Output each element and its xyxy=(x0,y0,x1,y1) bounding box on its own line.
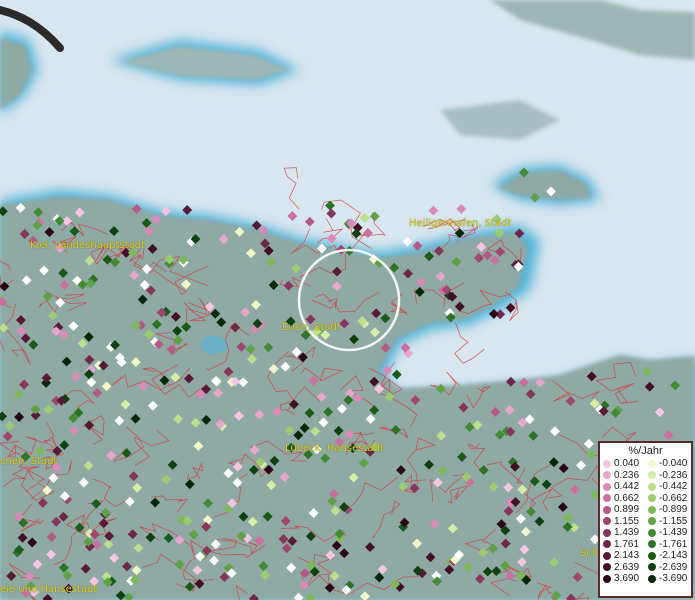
legend-row: 1.439 -1.439 xyxy=(600,527,691,539)
legend-swatch xyxy=(603,459,611,468)
legend-entry-positive: 1.155 xyxy=(600,516,645,527)
legend-row: 0.662 -0.662 xyxy=(600,493,691,505)
legend-swatch xyxy=(603,551,611,560)
legend-row: 0.236 -0.236 xyxy=(600,470,691,482)
legend-row: 0.899 -0.899 xyxy=(600,504,691,516)
legend-value: 0.899 xyxy=(614,504,640,516)
legend-swatch xyxy=(648,574,656,583)
legend-entry-negative: -1.761 xyxy=(645,539,690,550)
legend-swatch xyxy=(603,505,611,514)
legend-value: 0.236 xyxy=(614,469,640,481)
legend-swatch xyxy=(648,494,656,503)
legend-swatch xyxy=(603,563,611,572)
legend-value: 0.040 xyxy=(614,458,640,470)
map-canvas[interactable] xyxy=(0,0,695,600)
legend-entry-negative: -0.040 xyxy=(645,458,690,469)
legend-entry-positive: 3.690 xyxy=(600,573,645,584)
legend-value: 1.155 xyxy=(614,515,640,527)
inland-lake xyxy=(200,336,228,354)
legend-entry-positive: 0.899 xyxy=(600,504,645,515)
legend-row: 1.761 -1.761 xyxy=(600,539,691,551)
legend-entry-negative: -2.639 xyxy=(645,562,690,573)
legend-entry-negative: -0.662 xyxy=(645,493,690,504)
legend-swatch xyxy=(648,517,656,526)
legend-swatch xyxy=(603,482,611,491)
legend-entry-positive: 1.761 xyxy=(600,539,645,550)
legend-row: 0.442 -0.442 xyxy=(600,481,691,493)
legend-entry-negative: -3.690 xyxy=(645,573,690,584)
legend-value: -1.761 xyxy=(659,538,688,550)
legend-entry-positive: 0.442 xyxy=(600,481,645,492)
legend-value: -3.690 xyxy=(659,573,688,585)
legend-row: 0.040 -0.040 xyxy=(600,458,691,470)
legend-entry-positive: 0.662 xyxy=(600,493,645,504)
legend-value: 0.662 xyxy=(614,492,640,504)
legend-value: -0.236 xyxy=(659,469,688,481)
legend-entry-positive: 0.236 xyxy=(600,470,645,481)
legend-value: 3.690 xyxy=(614,573,640,585)
legend-entry-positive: 2.143 xyxy=(600,550,645,561)
legend-entry-positive: 1.439 xyxy=(600,527,645,538)
legend-value: -1.155 xyxy=(659,515,688,527)
city-label-eutin: Eutin, Stadt xyxy=(282,322,341,333)
legend-entry-negative: -1.155 xyxy=(645,516,690,527)
legend-entry-positive: 2.639 xyxy=(600,562,645,573)
city-label-heiligenhafen: Heiligenhafen, Stadt xyxy=(409,218,512,229)
legend-value: 2.143 xyxy=(614,550,640,562)
legend-row: 3.690 -3.690 xyxy=(600,573,691,585)
legend-rows: 0.040 -0.040 0.236 -0.236 0.442 -0.442 0.662 -0… xyxy=(600,458,691,585)
legend-value: 1.761 xyxy=(614,538,640,550)
legend-value: 2.639 xyxy=(614,561,640,573)
legend-swatch xyxy=(648,471,656,480)
legend-value: 0.442 xyxy=(614,481,640,493)
legend-value: -2.639 xyxy=(659,561,688,573)
city-label-sch: Sch xyxy=(580,548,599,559)
legend-swatch xyxy=(603,517,611,526)
legend-swatch xyxy=(648,505,656,514)
legend-swatch xyxy=(648,540,656,549)
legend-title: %/Jahr xyxy=(628,445,663,457)
legend-swatch xyxy=(603,528,611,537)
legend-value: -0.040 xyxy=(659,458,688,470)
legend-swatch xyxy=(648,563,656,572)
legend-value: -1.439 xyxy=(659,527,688,539)
legend-swatch xyxy=(603,471,611,480)
legend-swatch xyxy=(648,482,656,491)
city-label-luebeck: Lübeck, Hansestadt xyxy=(285,443,384,454)
legend-value: -0.442 xyxy=(659,481,688,493)
legend-value: 1.439 xyxy=(614,527,640,539)
legend-row: 2.143 -2.143 xyxy=(600,550,691,562)
legend-swatch xyxy=(648,528,656,537)
legend-value: -0.662 xyxy=(659,492,688,504)
legend-entry-negative: -1.439 xyxy=(645,527,690,538)
legend-entry-negative: -2.143 xyxy=(645,550,690,561)
legend-entry-positive: 0.040 xyxy=(600,458,645,469)
legend-entry-negative: -0.236 xyxy=(645,470,690,481)
city-label-hansestadt: eie und Hansestadt xyxy=(0,584,98,595)
legend-entry-negative: -0.899 xyxy=(645,504,690,515)
legend: %/Jahr 0.040 -0.040 0.236 -0.236 0.442 -0.442… xyxy=(598,441,693,598)
legend-value: -2.143 xyxy=(659,550,688,562)
city-label-chen: chen, Stadt xyxy=(0,456,58,467)
legend-value: -0.899 xyxy=(659,504,688,516)
legend-swatch xyxy=(603,574,611,583)
legend-row: 2.639 -2.639 xyxy=(600,562,691,574)
legend-swatch xyxy=(603,540,611,549)
legend-row: 1.155 -1.155 xyxy=(600,516,691,528)
legend-swatch xyxy=(648,459,656,468)
legend-swatch xyxy=(648,551,656,560)
legend-swatch xyxy=(603,494,611,503)
legend-entry-negative: -0.442 xyxy=(645,481,690,492)
city-label-kiel: Kiel, Landeshauptstadt xyxy=(30,240,145,251)
